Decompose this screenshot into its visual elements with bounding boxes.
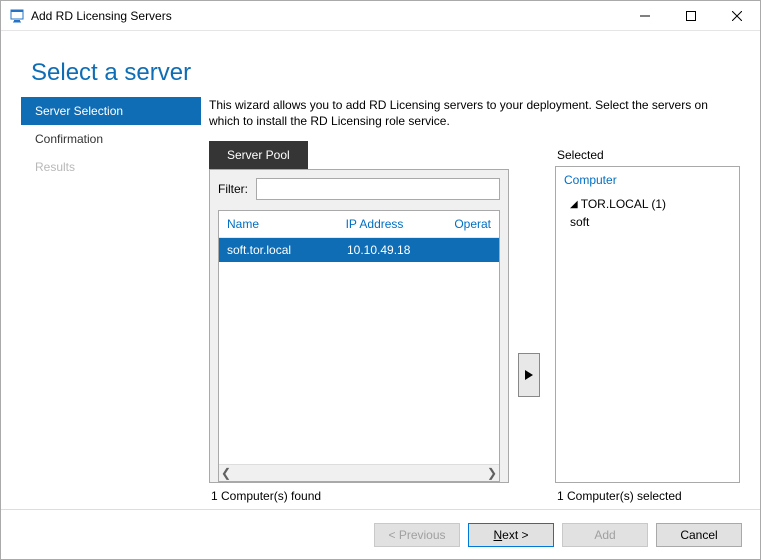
scroll-left-icon[interactable]: ❮ xyxy=(221,466,231,480)
grid-row[interactable]: soft.tor.local 10.10.49.18 xyxy=(219,238,499,262)
step-server-selection[interactable]: Server Selection xyxy=(21,97,201,125)
titlebar: Add RD Licensing Servers xyxy=(1,1,760,31)
scroll-right-icon[interactable]: ❯ xyxy=(487,466,497,480)
tree-collapse-icon[interactable]: ◢ xyxy=(570,199,578,210)
col-name[interactable]: Name xyxy=(219,211,338,237)
step-confirmation[interactable]: Confirmation xyxy=(21,125,201,153)
add-button: Add xyxy=(562,523,648,547)
maximize-button[interactable] xyxy=(668,1,714,31)
selected-box[interactable]: Computer ◢ TOR.LOCAL (1) soft xyxy=(555,166,740,483)
wizard-description: This wizard allows you to add RD Licensi… xyxy=(209,97,740,129)
pool-count: 1 Computer(s) found xyxy=(209,483,509,509)
step-results: Results xyxy=(21,153,201,181)
grid-header: Name IP Address Operat xyxy=(219,211,499,238)
col-os[interactable]: Operat xyxy=(446,211,499,237)
cell-os xyxy=(449,238,499,262)
filter-label: Filter: xyxy=(218,182,248,196)
previous-button: < Previous xyxy=(374,523,460,547)
next-button[interactable]: Next > xyxy=(468,523,554,547)
main-area: Server Selection Confirmation Results Th… xyxy=(1,97,760,509)
wizard-steps: Server Selection Confirmation Results xyxy=(21,97,201,509)
panels: Server Pool Filter: Name IP Address Oper… xyxy=(209,141,740,509)
window-title: Add RD Licensing Servers xyxy=(31,9,622,23)
filter-input[interactable] xyxy=(256,178,500,200)
selected-header: Computer xyxy=(564,173,731,187)
tree-domain-label: TOR.LOCAL (1) xyxy=(581,197,666,211)
server-grid: Name IP Address Operat soft.tor.local 10… xyxy=(218,210,500,482)
cell-ip: 10.10.49.18 xyxy=(339,238,449,262)
tree-domain[interactable]: ◢ TOR.LOCAL (1) xyxy=(564,195,731,213)
tab-server-pool[interactable]: Server Pool xyxy=(209,141,308,169)
cancel-button[interactable]: Cancel xyxy=(656,523,742,547)
selected-count: 1 Computer(s) selected xyxy=(555,483,740,509)
add-to-selected-button[interactable] xyxy=(518,353,540,397)
close-button[interactable] xyxy=(714,1,760,31)
footer: < Previous Next > Add Cancel xyxy=(1,509,760,559)
col-ip[interactable]: IP Address xyxy=(338,211,447,237)
server-pool-box: Filter: Name IP Address Operat soft.tor.… xyxy=(209,169,509,483)
server-pool-panel: Server Pool Filter: Name IP Address Oper… xyxy=(209,141,509,509)
page-heading: Select a server xyxy=(1,31,760,97)
grid-body[interactable]: soft.tor.local 10.10.49.18 xyxy=(219,238,499,464)
transfer-column xyxy=(509,141,549,509)
horizontal-scrollbar[interactable]: ❮ ❯ xyxy=(219,464,499,481)
app-icon xyxy=(9,8,25,24)
tree-item[interactable]: soft xyxy=(564,213,731,231)
selected-label: Selected xyxy=(555,141,740,166)
selected-panel: Selected Computer ◢ TOR.LOCAL (1) soft 1… xyxy=(555,141,740,509)
content-area: This wizard allows you to add RD Licensi… xyxy=(209,97,740,509)
cell-name: soft.tor.local xyxy=(219,238,339,262)
minimize-button[interactable] xyxy=(622,1,668,31)
